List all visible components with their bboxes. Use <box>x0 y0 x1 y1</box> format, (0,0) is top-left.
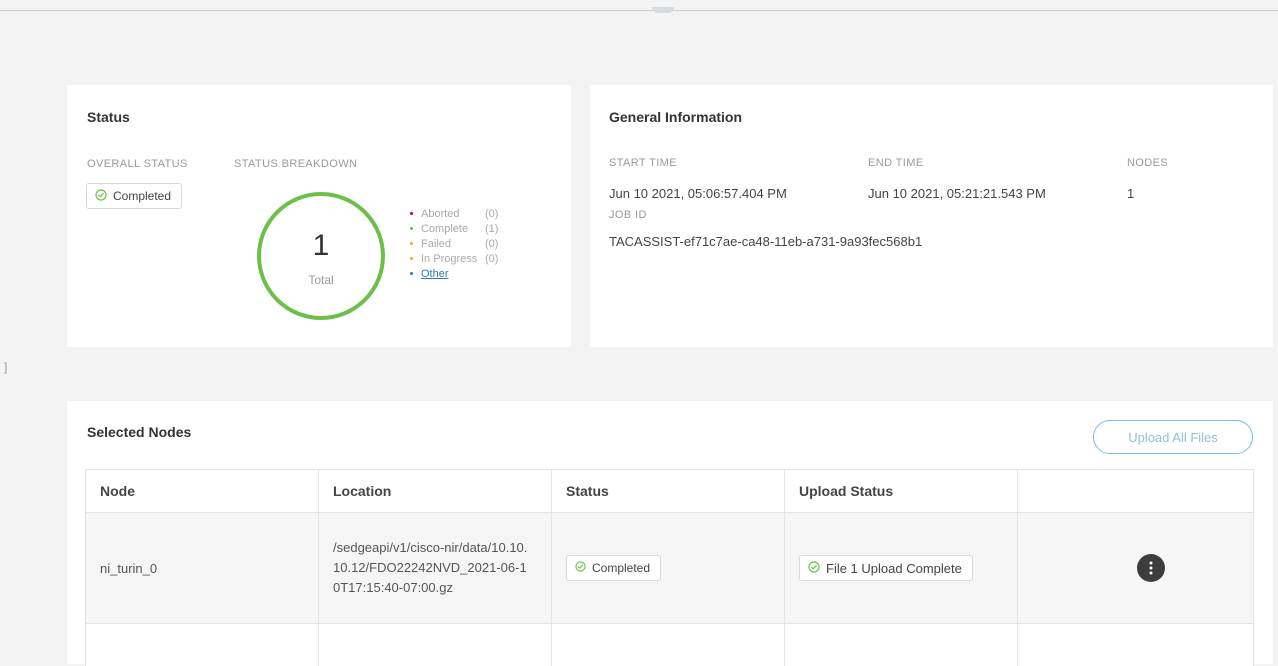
end-time-label: END TIME <box>868 157 924 169</box>
cell-actions <box>1018 513 1254 624</box>
legend-dot <box>410 227 413 230</box>
status-breakdown-label: STATUS BREAKDOWN <box>234 158 357 170</box>
end-time-value: Jun 10 2021, 05:21:21.543 PM <box>868 186 1046 201</box>
legend-item-aborted: Aborted (0) <box>410 206 509 221</box>
table-header-row: Node Location Status Upload Status <box>86 470 1254 513</box>
row-status-badge: Completed <box>566 555 661 581</box>
legend-dot <box>410 242 413 245</box>
row-status-value: Completed <box>592 561 650 575</box>
selected-nodes-table: Node Location Status Upload Status ni_tu… <box>85 469 1254 666</box>
cell-location: /sedgeapi/v1/cisco-nir/data/10.10.10.12/… <box>319 513 552 624</box>
more-vertical-icon <box>1149 561 1153 575</box>
top-tab-indicator <box>652 7 674 13</box>
column-header-location[interactable]: Location <box>319 470 552 513</box>
start-time-value: Jun 10 2021, 05:06:57.404 PM <box>609 186 787 201</box>
column-header-upload-status[interactable]: Upload Status <box>785 470 1018 513</box>
start-time-label: START TIME <box>609 157 677 169</box>
status-donut-chart: 1 Total <box>256 191 386 321</box>
table-row[interactable]: ni_turin_0 /sedgeapi/v1/cisco-nir/data/1… <box>86 513 1254 624</box>
legend-other-link[interactable]: Other <box>421 268 449 280</box>
cell-node: ni_turin_0 <box>86 513 319 624</box>
table-row-empty <box>86 624 1254 666</box>
status-legend: Aborted (0) Complete (1) Failed (0) In P… <box>410 206 509 281</box>
location-text: /sedgeapi/v1/cisco-nir/data/10.10.10.12/… <box>333 538 533 598</box>
nodes-label: NODES <box>1127 157 1168 169</box>
check-circle-icon <box>575 561 586 575</box>
job-id-label: JOB ID <box>609 209 647 221</box>
column-header-node[interactable]: Node <box>86 470 319 513</box>
job-id-value: TACASSIST-ef71c7ae-ca48-11eb-a731-9a93fe… <box>609 234 922 249</box>
legend-dot <box>410 257 413 260</box>
edge-bracket: ] <box>4 360 7 374</box>
legend-item-in-progress: In Progress (0) <box>410 251 509 266</box>
general-info-card: General Information START TIME Jun 10 20… <box>590 85 1273 347</box>
check-circle-icon <box>95 189 107 204</box>
legend-item-other[interactable]: Other <box>410 266 509 281</box>
row-actions-menu-button[interactable] <box>1137 554 1165 582</box>
legend-dot <box>410 272 413 275</box>
column-header-actions <box>1018 470 1254 513</box>
row-upload-status-value: File 1 Upload Complete <box>826 561 962 576</box>
row-upload-status-badge: File 1 Upload Complete <box>799 555 973 581</box>
donut-total-label: Total <box>256 273 386 287</box>
overall-status-label: OVERALL STATUS <box>87 158 188 170</box>
overall-status-value: Completed <box>113 189 171 203</box>
legend-item-complete: Complete (1) <box>410 221 509 236</box>
nodes-value: 1 <box>1127 186 1134 201</box>
legend-dot <box>410 212 413 215</box>
general-info-title: General Information <box>609 109 742 125</box>
upload-all-files-button[interactable]: Upload All Files <box>1093 420 1253 454</box>
status-card-title: Status <box>87 109 130 125</box>
top-divider <box>0 10 1278 11</box>
overall-status-badge: Completed <box>86 183 182 209</box>
legend-item-failed: Failed (0) <box>410 236 509 251</box>
check-circle-icon <box>808 561 820 576</box>
selected-nodes-title: Selected Nodes <box>87 424 191 440</box>
cell-status: Completed <box>552 513 785 624</box>
column-header-status[interactable]: Status <box>552 470 785 513</box>
cell-upload-status: File 1 Upload Complete <box>785 513 1018 624</box>
donut-total-count: 1 <box>256 229 386 263</box>
